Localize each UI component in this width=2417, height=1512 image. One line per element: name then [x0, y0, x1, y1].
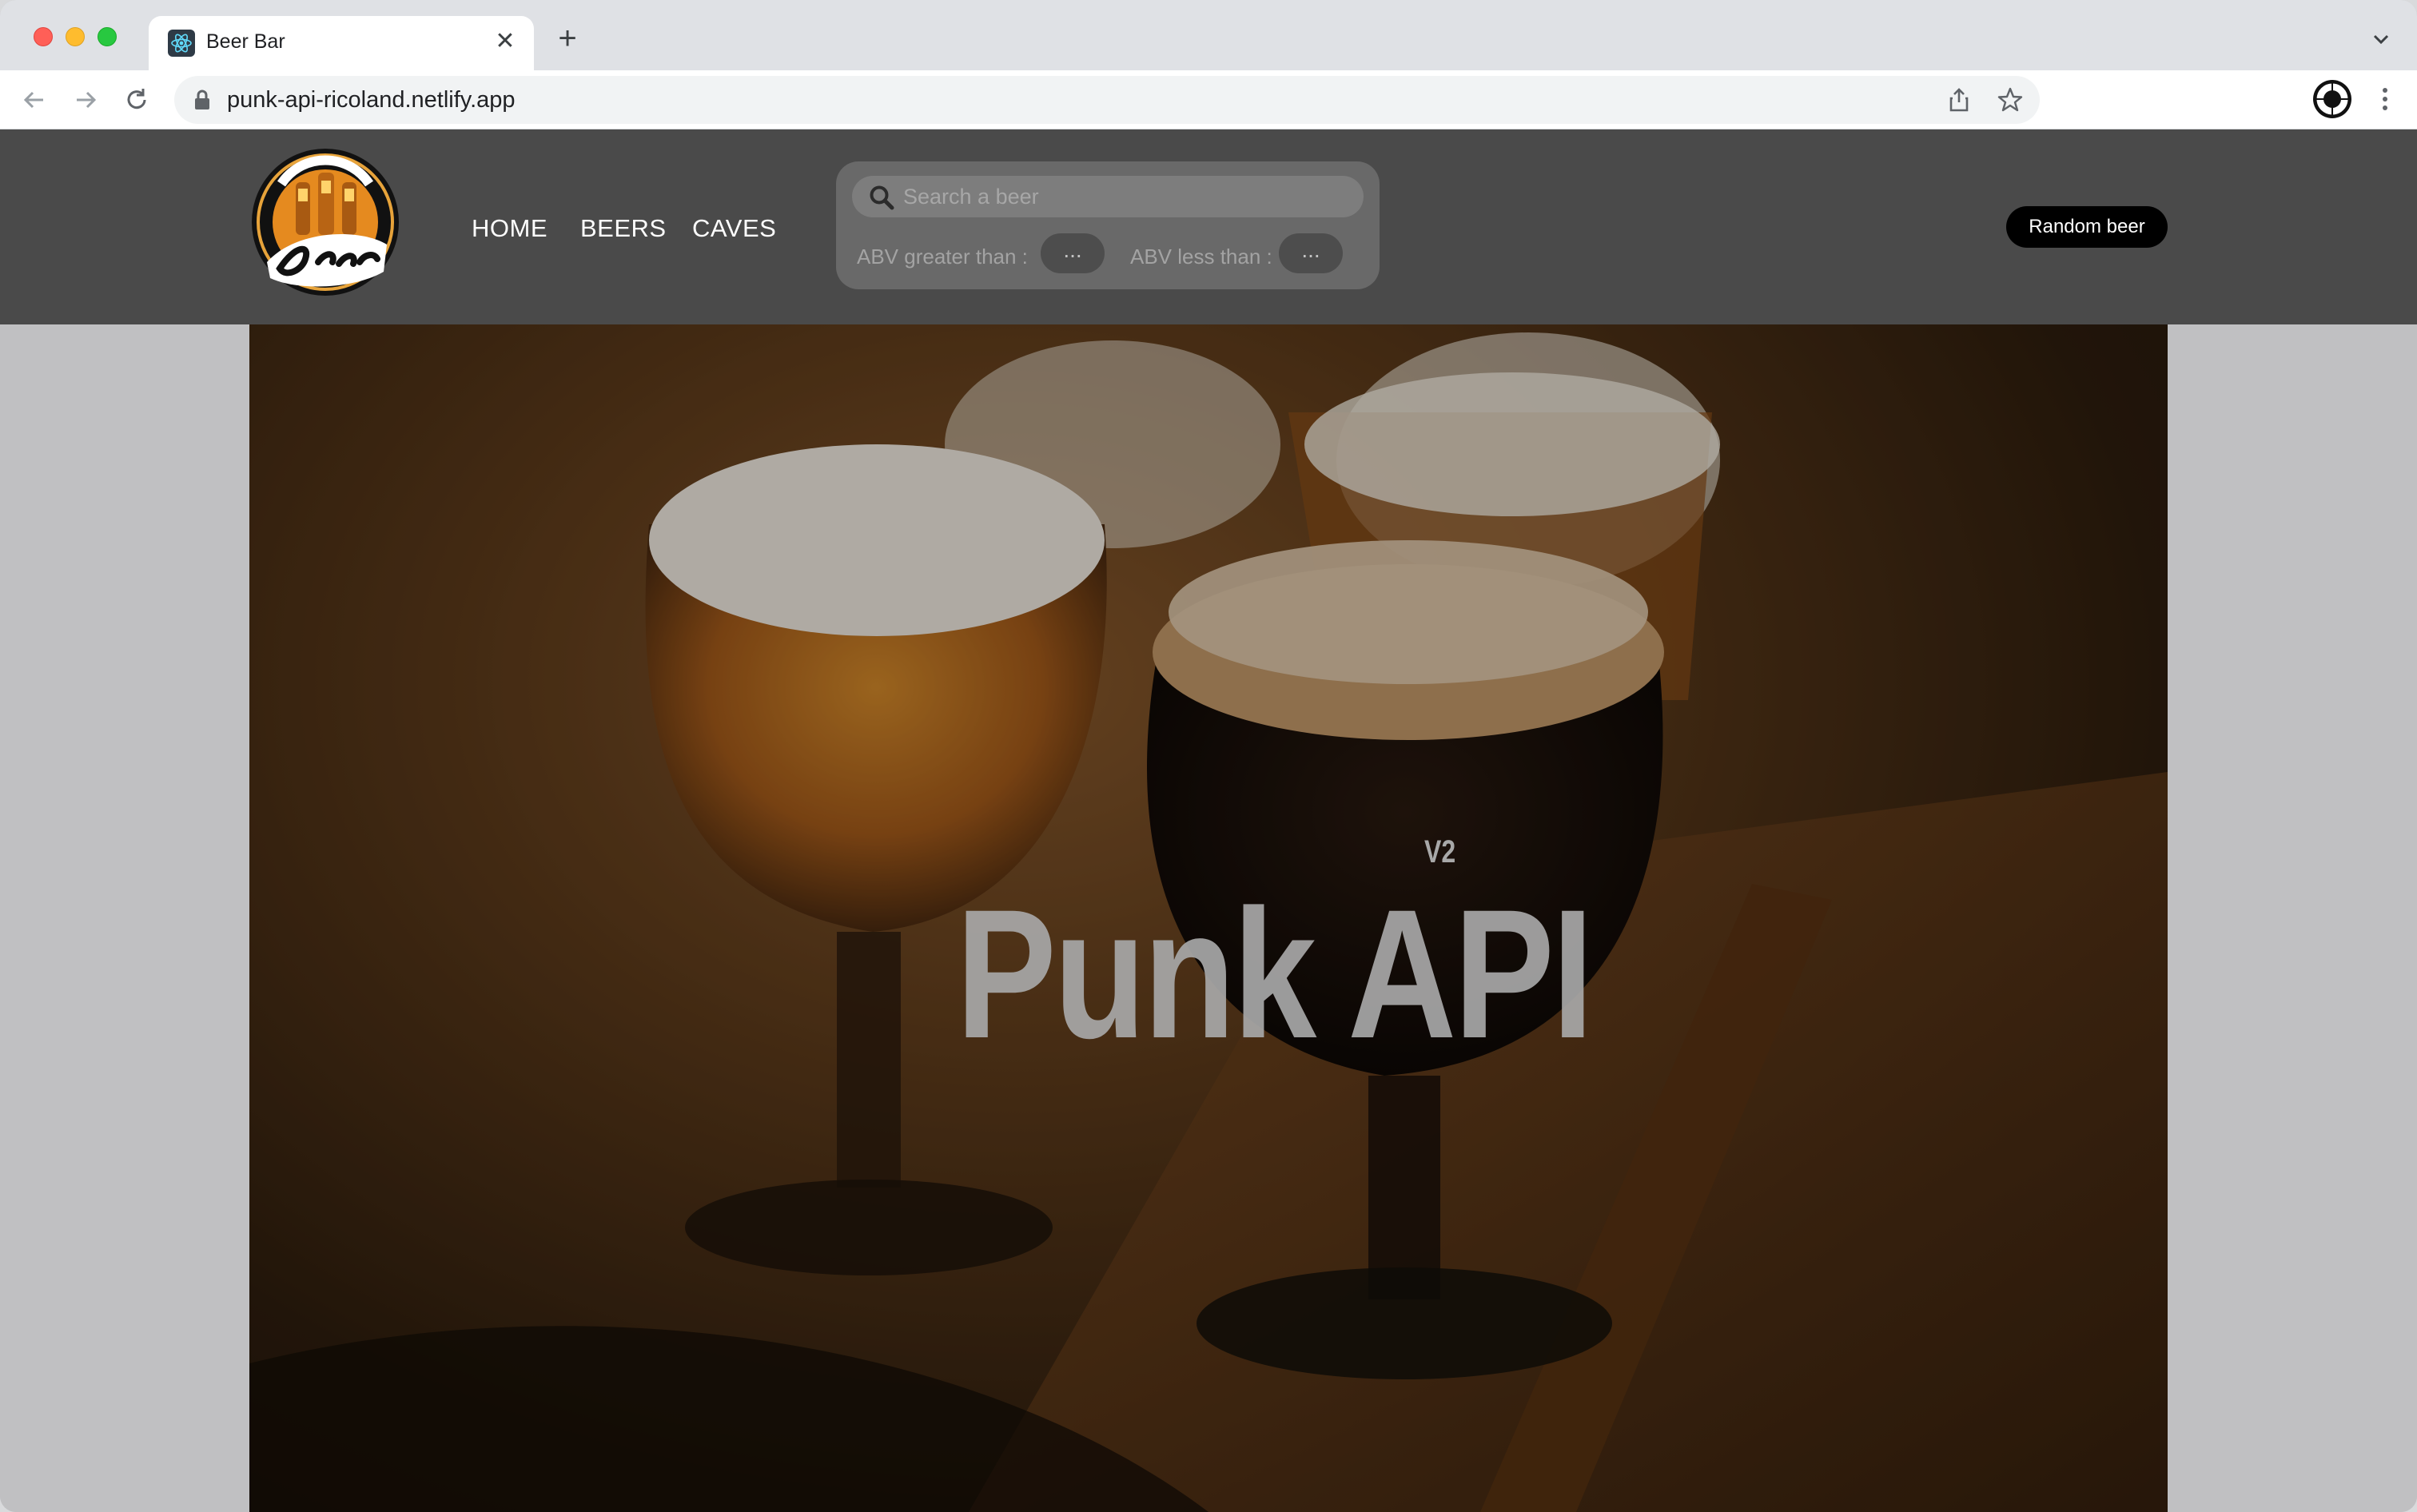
- menu-dots-icon[interactable]: [2369, 83, 2401, 115]
- tab-close-icon[interactable]: ✕: [491, 27, 520, 56]
- browser-window: Beer Bar ✕ + punk-api-ricoland.netlify.a…: [0, 0, 2417, 1512]
- back-arrow-icon[interactable]: [19, 85, 50, 115]
- react-favicon-icon: [168, 30, 195, 57]
- search-panel: ABV greater than : ... ABV less than : .…: [836, 161, 1380, 289]
- tab-strip: Beer Bar ✕ +: [0, 0, 2417, 70]
- abv-greater-label: ABV greater than :: [857, 245, 1028, 269]
- page-viewport: HOME BEERS CAVES ABV greater than : ... …: [0, 129, 2417, 1512]
- new-tab-button[interactable]: +: [551, 22, 583, 54]
- url-text: punk-api-ricoland.netlify.app: [227, 87, 516, 113]
- site-header: HOME BEERS CAVES ABV greater than : ... …: [0, 129, 2417, 324]
- nav-beers[interactable]: BEERS: [580, 214, 667, 243]
- hero-version-badge: V2: [1424, 834, 1456, 869]
- hero-title: Punk API: [956, 871, 1594, 1076]
- nav-caves[interactable]: CAVES: [692, 214, 776, 243]
- minimize-window-button[interactable]: [66, 27, 85, 46]
- browser-tab[interactable]: Beer Bar ✕: [149, 16, 534, 70]
- maximize-window-button[interactable]: [98, 27, 117, 46]
- forward-arrow-icon[interactable]: [70, 85, 101, 115]
- profile-icon[interactable]: [2313, 80, 2351, 118]
- search-icon: [868, 184, 895, 211]
- search-input[interactable]: [903, 176, 1351, 217]
- search-field[interactable]: [852, 176, 1364, 217]
- random-beer-button[interactable]: Random beer: [2006, 206, 2168, 248]
- tab-list-chevron-icon[interactable]: [2369, 27, 2393, 51]
- abv-greater-input[interactable]: ...: [1041, 233, 1105, 273]
- browser-toolbar: punk-api-ricoland.netlify.app: [0, 70, 2417, 129]
- address-bar[interactable]: punk-api-ricoland.netlify.app: [174, 76, 2040, 124]
- beer-logo[interactable]: [249, 142, 401, 302]
- abv-less-input[interactable]: ...: [1279, 233, 1343, 273]
- hero-banner: Punk API V2: [249, 324, 2168, 1512]
- close-window-button[interactable]: [34, 27, 53, 46]
- nav-home[interactable]: HOME: [472, 214, 548, 243]
- tab-title: Beer Bar: [206, 30, 285, 53]
- reload-icon[interactable]: [121, 85, 152, 115]
- lock-icon: [193, 90, 211, 110]
- share-icon[interactable]: [1945, 86, 1973, 113]
- bookmark-star-icon[interactable]: [1997, 86, 2024, 113]
- abv-less-label: ABV less than :: [1130, 245, 1272, 269]
